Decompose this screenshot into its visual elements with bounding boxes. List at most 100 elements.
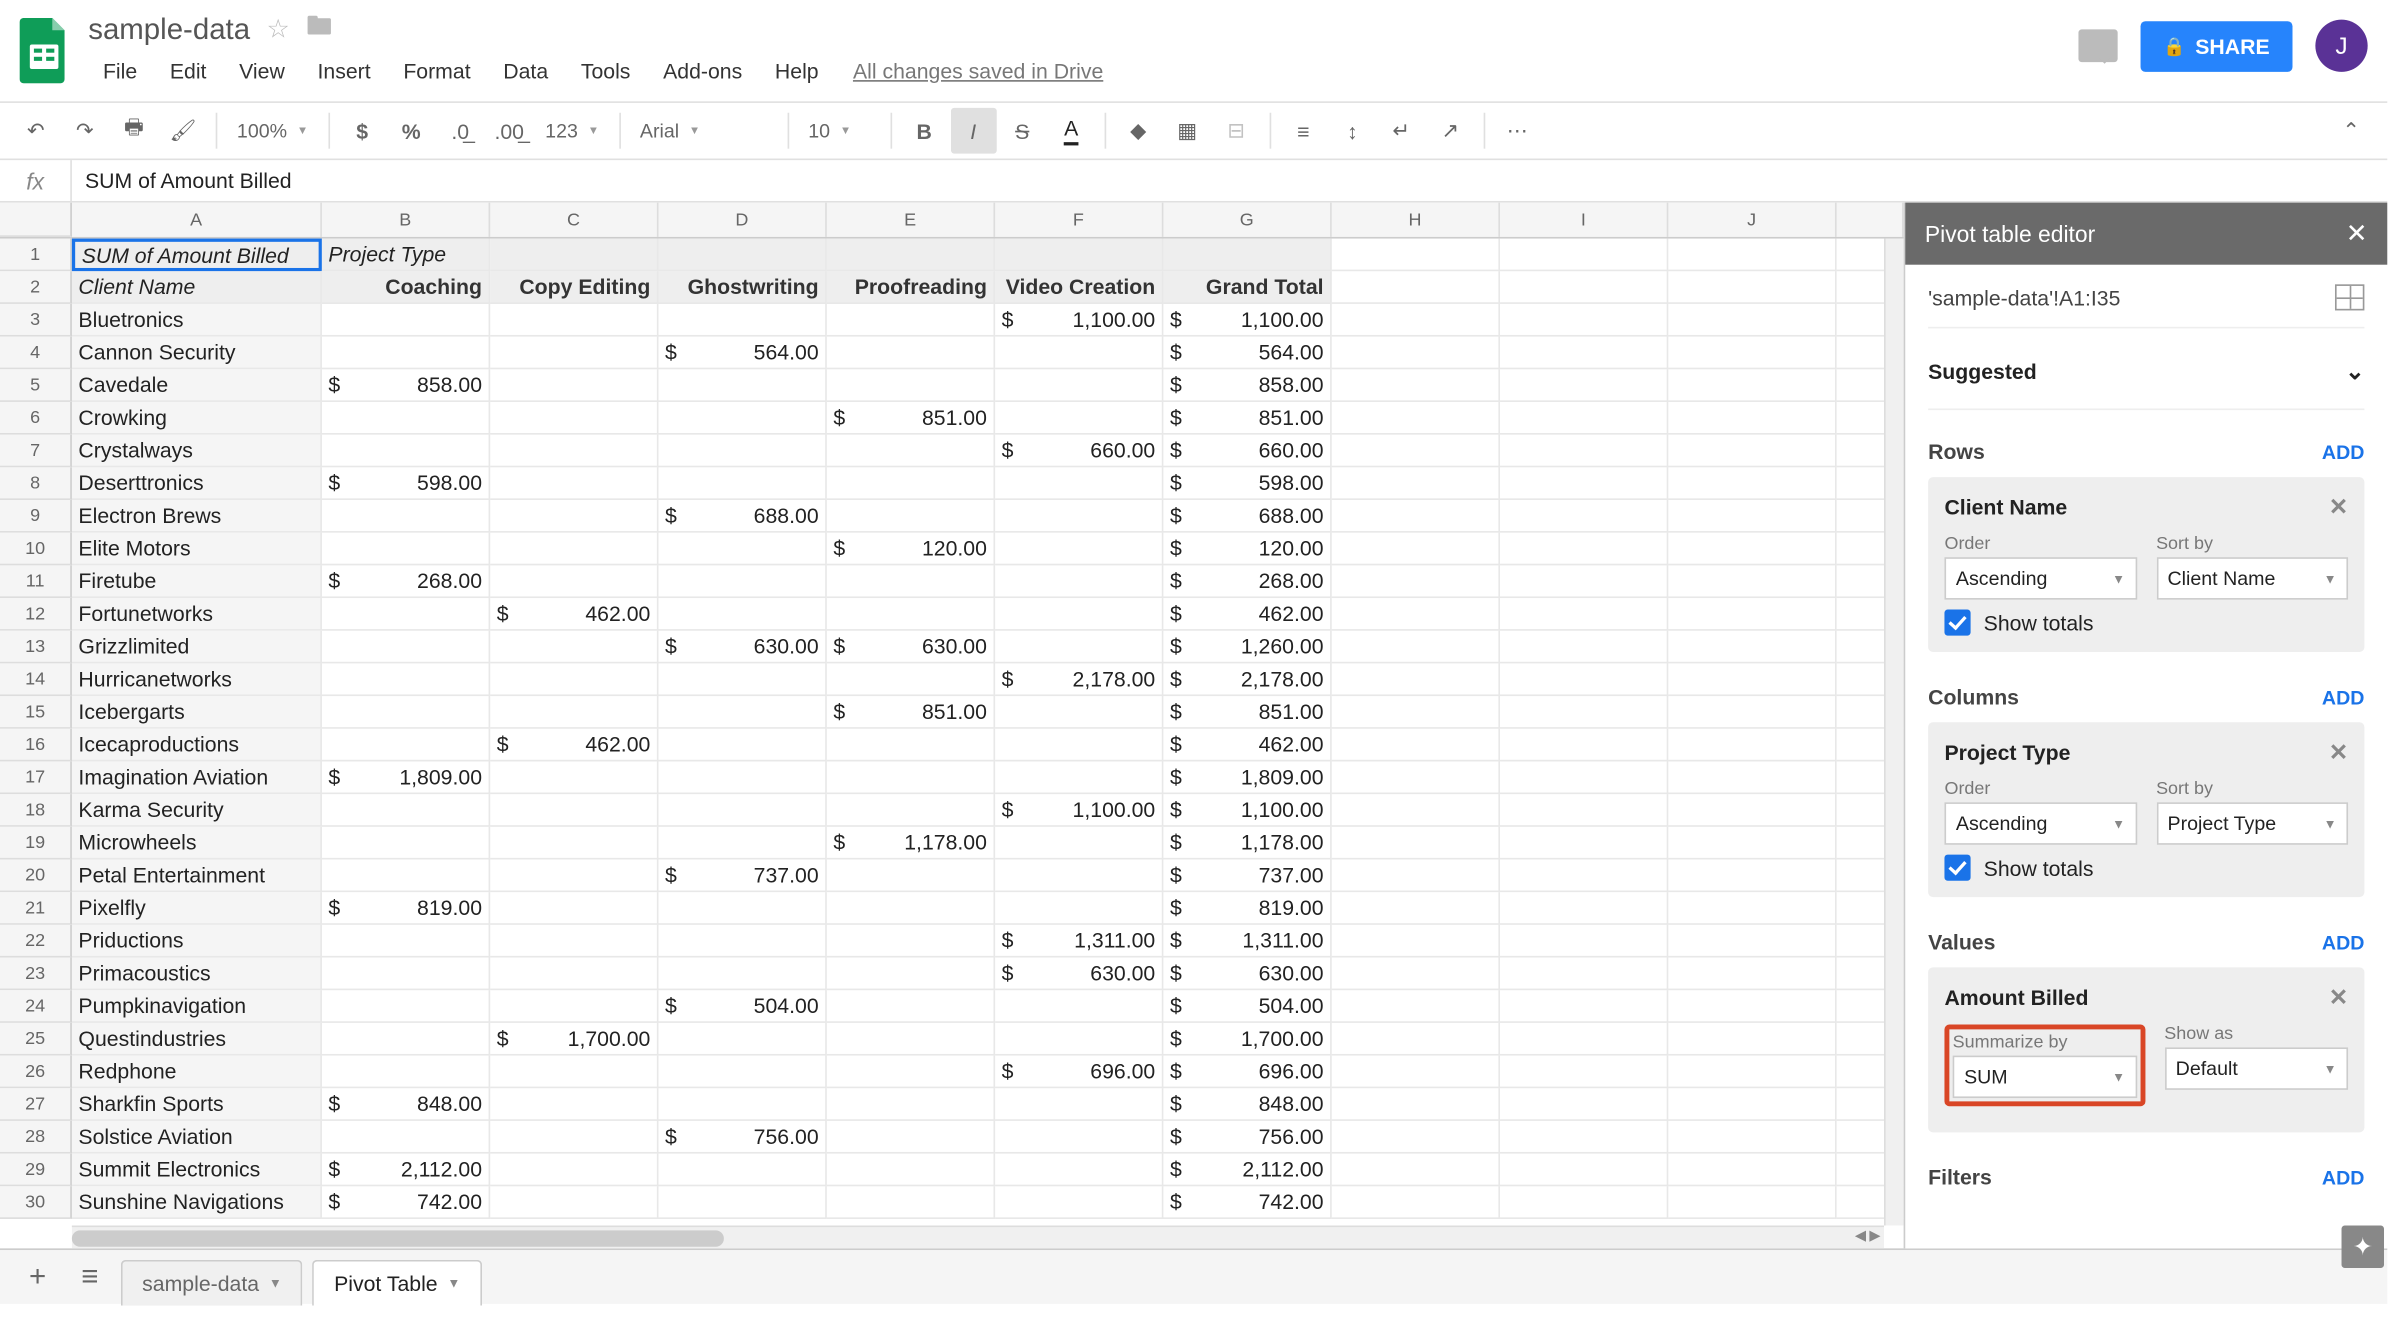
cell[interactable] [322,1023,490,1056]
cell[interactable]: Grizzlimited [72,631,322,664]
cell[interactable] [1332,304,1500,337]
zoom-select[interactable]: 100%▼ [227,108,318,154]
cell[interactable] [322,337,490,370]
paint-format-button[interactable]: 🖌 [160,108,206,154]
cell[interactable] [659,1056,827,1089]
cell[interactable] [490,1121,658,1154]
cell[interactable]: $858.00 [322,369,490,402]
cell[interactable] [995,565,1163,598]
folder-icon[interactable]: 🖿 [306,7,332,51]
cell[interactable] [490,533,658,566]
col-header-F[interactable]: F [995,203,1163,237]
cell[interactable]: $462.00 [490,598,658,631]
add-vals-button[interactable]: ADD [2322,931,2364,954]
cell[interactable]: $1,260.00 [1163,631,1331,664]
cell[interactable]: Priductions [72,925,322,958]
cell[interactable] [1668,239,1836,272]
cell[interactable] [995,1023,1163,1056]
cell[interactable] [659,565,827,598]
cell[interactable] [322,827,490,860]
cell[interactable] [659,1186,827,1219]
cell[interactable]: Deserttronics [72,467,322,500]
cell[interactable]: Redphone [72,1056,322,1089]
cell[interactable] [1500,925,1668,958]
cell[interactable] [659,533,827,566]
cell[interactable] [322,435,490,468]
cell[interactable] [322,696,490,729]
cell[interactable] [1668,402,1836,435]
cell[interactable]: $1,700.00 [490,1023,658,1056]
cell[interactable] [1668,761,1836,794]
cell[interactable]: Fortunetworks [72,598,322,631]
cell[interactable] [995,729,1163,762]
cell[interactable] [1500,598,1668,631]
row-header[interactable]: 25 [0,1023,72,1056]
cell[interactable] [827,1186,995,1219]
cell[interactable]: $696.00 [1163,1056,1331,1089]
row-header[interactable]: 12 [0,598,72,631]
menu-insert[interactable]: Insert [303,51,386,89]
cell[interactable] [1668,435,1836,468]
valign-button[interactable]: ↕ [1329,108,1375,154]
cell[interactable]: $737.00 [659,859,827,892]
cell[interactable] [322,304,490,337]
cell[interactable] [1332,1056,1500,1089]
vertical-scrollbar[interactable] [1884,239,1904,1226]
cell[interactable] [1668,663,1836,696]
cell[interactable]: $851.00 [1163,402,1331,435]
cell[interactable] [1332,239,1500,272]
cell[interactable] [490,859,658,892]
cell[interactable]: $630.00 [995,958,1163,991]
rows-order-select[interactable]: Ascending▼ [1944,557,2136,599]
cell[interactable]: $504.00 [659,990,827,1023]
cell[interactable] [1668,925,1836,958]
cell[interactable] [1500,1023,1668,1056]
cell[interactable] [827,1154,995,1187]
pivot-range[interactable]: 'sample-data'!A1:I35 [1928,285,2120,310]
cell[interactable]: $1,100.00 [995,304,1163,337]
cell[interactable]: $2,178.00 [995,663,1163,696]
cell[interactable]: $819.00 [1163,892,1331,925]
cell[interactable] [827,794,995,827]
cell[interactable] [490,631,658,664]
row-header[interactable]: 24 [0,990,72,1023]
cell[interactable] [1500,467,1668,500]
row-header[interactable]: 27 [0,1088,72,1121]
cell[interactable]: Summit Electronics [72,1154,322,1187]
cell[interactable]: $858.00 [1163,369,1331,402]
cell[interactable] [827,435,995,468]
cell[interactable] [1332,761,1500,794]
cell[interactable] [1668,598,1836,631]
cell[interactable]: Questindustries [72,1023,322,1056]
strike-button[interactable]: S [999,108,1045,154]
cell[interactable]: Sunshine Navigations [72,1186,322,1219]
cell[interactable]: $742.00 [1163,1186,1331,1219]
cell[interactable] [995,500,1163,533]
cell[interactable] [1500,696,1668,729]
cell[interactable]: Microwheels [72,827,322,860]
cell[interactable] [490,1154,658,1187]
cell[interactable] [1668,337,1836,370]
menu-file[interactable]: File [88,51,152,89]
cell[interactable] [659,696,827,729]
row-header[interactable]: 23 [0,958,72,991]
cell[interactable] [827,729,995,762]
redo-button[interactable]: ↷ [62,108,108,154]
cell[interactable]: Project Type [322,239,490,272]
cell[interactable] [659,892,827,925]
cell[interactable] [490,794,658,827]
cell[interactable]: $660.00 [995,435,1163,468]
cell[interactable]: Hurricanetworks [72,663,322,696]
row-header[interactable]: 8 [0,467,72,500]
menu-tools[interactable]: Tools [566,51,645,89]
cell[interactable] [1668,990,1836,1023]
cell[interactable] [995,696,1163,729]
cell[interactable] [1500,859,1668,892]
cell[interactable] [1500,761,1668,794]
col-header-G[interactable]: G [1163,203,1331,237]
add-cols-button[interactable]: ADD [2322,685,2364,708]
cell[interactable] [1668,1056,1836,1089]
cell[interactable]: $1,178.00 [1163,827,1331,860]
cell[interactable] [1500,1088,1668,1121]
cell[interactable] [1500,1121,1668,1154]
